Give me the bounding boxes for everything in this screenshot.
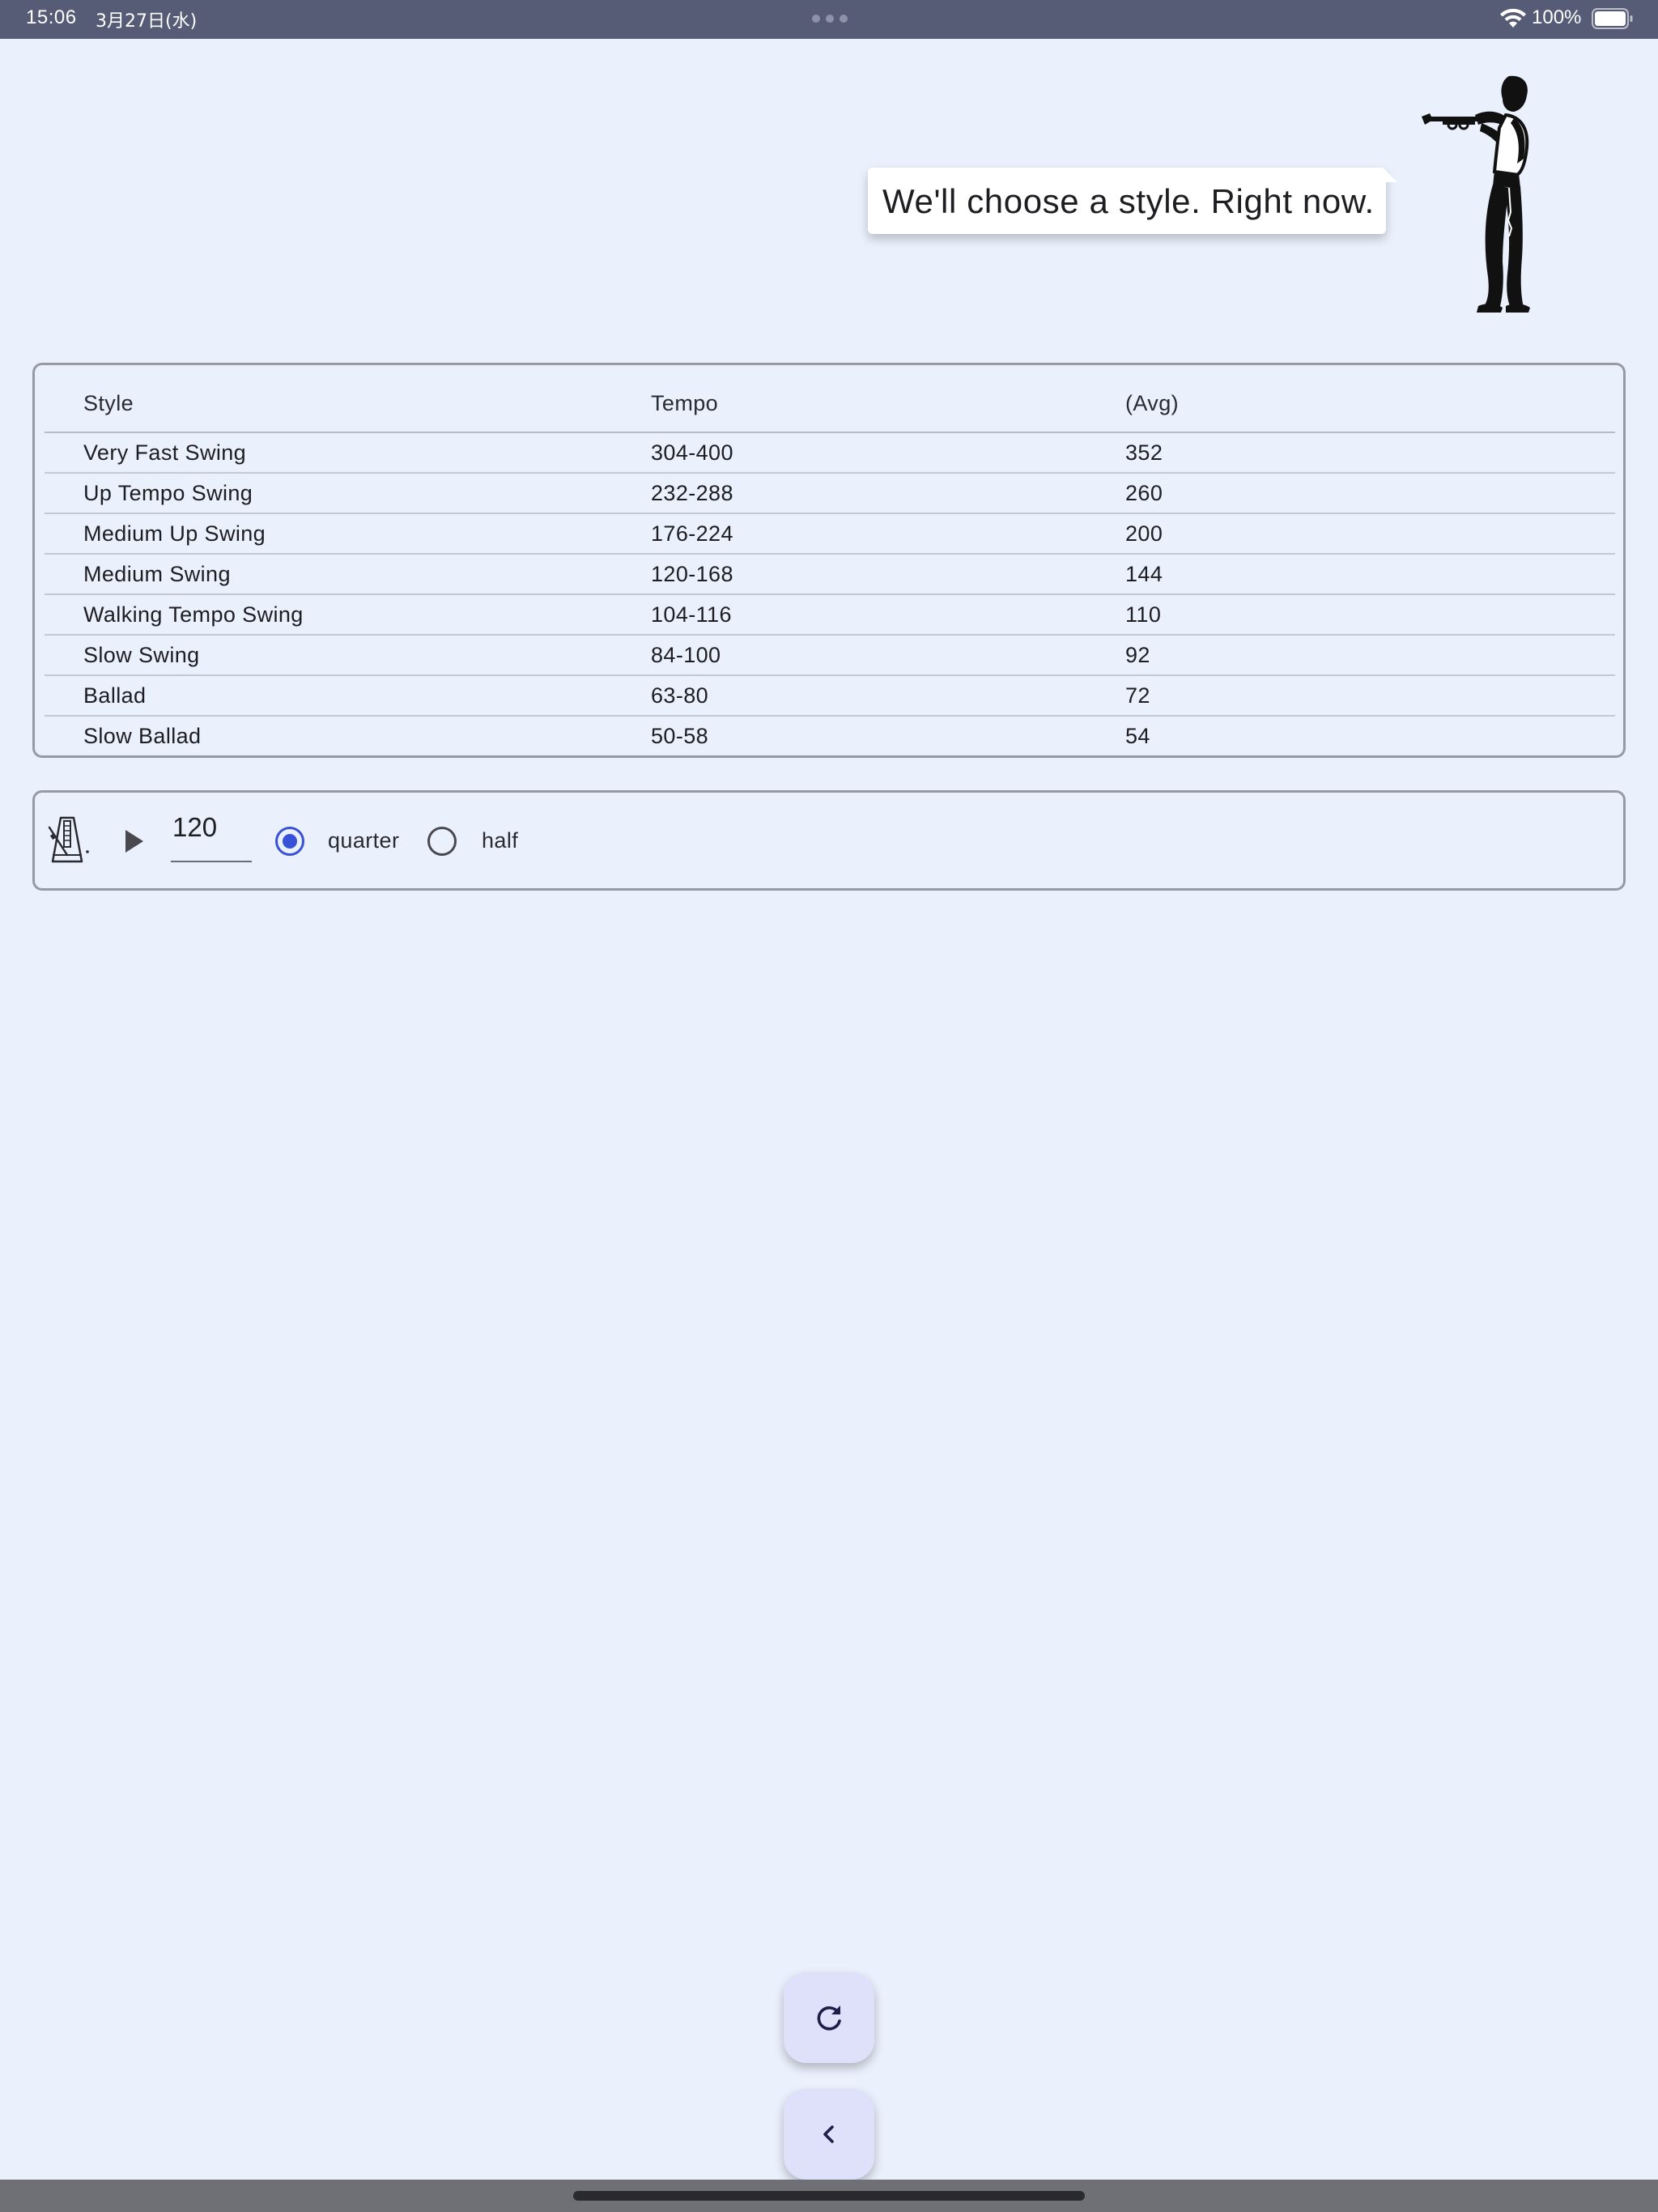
- table-row[interactable]: Slow Swing 84-100 92: [45, 635, 1615, 676]
- home-bar: [0, 2180, 1658, 2212]
- tempo-style-table-card: Style Tempo (Avg) Very Fast Swing 304-40…: [32, 363, 1626, 758]
- home-indicator[interactable]: [573, 2191, 1085, 2201]
- tempo-style-table: Style Tempo (Avg) Very Fast Swing 304-40…: [45, 375, 1615, 755]
- style-cell: Medium Swing: [45, 554, 651, 595]
- avg-cell: 352: [1125, 432, 1615, 474]
- radio-quarter-label[interactable]: quarter: [328, 828, 399, 853]
- metronome-controls-card: quarter half: [32, 790, 1626, 891]
- avg-cell: 200: [1125, 513, 1615, 555]
- style-cell: Walking Tempo Swing: [45, 594, 651, 636]
- back-button[interactable]: [784, 2089, 874, 2180]
- column-header-avg: (Avg): [1125, 375, 1615, 433]
- tempo-cell: 50-58: [651, 723, 709, 748]
- play-button[interactable]: [117, 825, 150, 857]
- avg-cell: 144: [1125, 554, 1615, 595]
- avg-cell: 54: [1125, 723, 1150, 748]
- battery-icon: [1592, 8, 1633, 29]
- tempo-cell: 104-116: [651, 594, 1125, 636]
- table-header-row: Style Tempo (Avg): [45, 375, 1615, 433]
- play-icon: [125, 830, 143, 853]
- tempo-cell: 304-400: [651, 432, 1125, 474]
- table-row[interactable]: Walking Tempo Swing 104-116 110: [45, 594, 1615, 636]
- refresh-button[interactable]: [784, 1972, 874, 2063]
- table-row[interactable]: Up Tempo Swing 232-288 260: [45, 473, 1615, 514]
- status-date: 3月27日(水): [96, 11, 198, 32]
- chevron-left-icon: [823, 2125, 834, 2143]
- table-row[interactable]: Ballad 63-80 72: [45, 675, 1615, 717]
- column-header-tempo: Tempo: [651, 375, 1125, 433]
- speech-bubble-text: We'll choose a style. Right now.: [882, 182, 1375, 220]
- style-cell: Slow Ballad: [83, 723, 202, 748]
- table-row[interactable]: Medium Swing 120-168 144: [45, 554, 1615, 595]
- table-row[interactable]: Slow Ballad 50-58 54: [45, 716, 1615, 755]
- status-bar: 15:06 3月27日(水) 100%: [0, 0, 1658, 39]
- radio-quarter[interactable]: [275, 827, 304, 856]
- radio-half-label[interactable]: half: [482, 828, 518, 853]
- wifi-icon: [1500, 8, 1526, 28]
- avg-cell: 110: [1125, 594, 1615, 636]
- battery-percent: 100%: [1532, 6, 1582, 28]
- tempo-cell: 176-224: [651, 513, 1125, 555]
- avg-cell: 260: [1125, 473, 1615, 514]
- multitasking-dots-icon[interactable]: [812, 15, 848, 23]
- avg-cell: 92: [1125, 635, 1615, 676]
- metronome-icon: [48, 816, 89, 863]
- style-cell: Slow Swing: [45, 635, 651, 676]
- status-time: 15:06: [26, 6, 77, 28]
- tempo-cell: 120-168: [651, 554, 1125, 595]
- refresh-icon: [817, 2006, 841, 2031]
- bpm-field[interactable]: [171, 807, 253, 862]
- style-cell: Medium Up Swing: [45, 513, 651, 555]
- speech-bubble: We'll choose a style. Right now.: [868, 168, 1397, 234]
- column-header-style: Style: [45, 375, 651, 433]
- tempo-cell: 232-288: [651, 473, 1125, 514]
- radio-half[interactable]: [427, 827, 457, 856]
- bpm-input[interactable]: [171, 807, 253, 843]
- style-cell: Up Tempo Swing: [45, 473, 651, 514]
- trumpet-player-illustration: [1422, 75, 1530, 313]
- avg-cell: 72: [1125, 675, 1615, 717]
- style-cell: Ballad: [45, 675, 651, 717]
- table-row[interactable]: Very Fast Swing 304-400 352: [45, 432, 1615, 474]
- tempo-cell: 84-100: [651, 635, 1125, 676]
- tempo-cell: 63-80: [651, 675, 1125, 717]
- table-row[interactable]: Medium Up Swing 176-224 200: [45, 513, 1615, 555]
- style-cell: Very Fast Swing: [45, 432, 651, 474]
